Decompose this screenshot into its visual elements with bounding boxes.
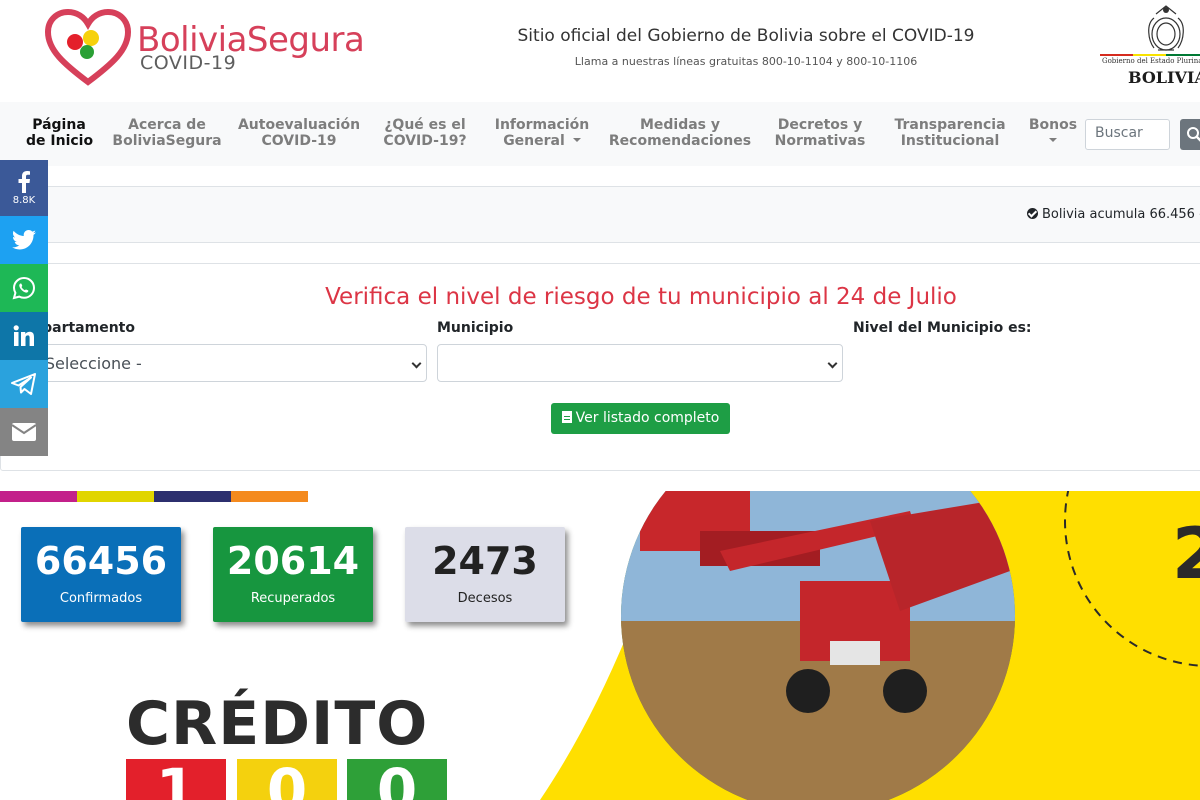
nav-what-is-covid[interactable]: ¿Qué es el COVID-19? xyxy=(378,117,472,149)
nav-label: Recomendaciones xyxy=(608,133,752,149)
deaths-label: Decesos xyxy=(457,591,513,606)
official-site-info: Sitio oficial del Gobierno de Bolivia so… xyxy=(460,26,1032,68)
nav-label: General xyxy=(503,133,565,149)
recovered-label: Recuperados xyxy=(250,591,336,606)
departamento-value: - Seleccione - xyxy=(34,354,142,373)
flag-stripe-yellow xyxy=(77,491,154,502)
social-share-bar: 8.8K xyxy=(0,160,48,456)
boliviasegura-logo[interactable]: BoliviaSegura COVID-19 xyxy=(44,8,389,88)
brand-subtitle: COVID-19 xyxy=(140,52,237,74)
municipio-select[interactable] xyxy=(437,344,843,382)
flag-stripe-magenta xyxy=(0,491,77,502)
nav-label: Decretos y xyxy=(777,117,863,133)
deaths-count: 2473 xyxy=(432,539,538,583)
government-subtitle: Gobierno del Estado Plurinacional de xyxy=(1102,57,1200,65)
chevron-down-icon xyxy=(411,358,422,369)
promo-banner[interactable]: 66456 Confirmados 20614 Recuperados 2473… xyxy=(0,491,1200,800)
government-logo[interactable]: Gobierno del Estado Plurinacional de BOL… xyxy=(1098,4,1200,90)
nav-label: COVID-19 xyxy=(261,133,337,149)
nav-label: de Inicio xyxy=(26,133,94,149)
nav-label: ¿Qué es el xyxy=(384,117,466,133)
chevron-down-icon xyxy=(827,358,838,369)
nav-transparency[interactable]: Transparencia Institucional xyxy=(890,117,1010,149)
heart-logo-icon xyxy=(44,8,132,86)
ticker-item: Bolivia acumula 66.456 c xyxy=(1027,207,1200,222)
email-icon xyxy=(12,423,36,441)
nav-decrees[interactable]: Decretos y Normativas xyxy=(770,117,870,149)
confirmed-stat: 66456 Confirmados xyxy=(21,527,181,622)
departamento-select[interactable]: - Seleccione - xyxy=(21,344,427,382)
flag-stripe xyxy=(1100,54,1200,56)
whatsapp-share-button[interactable] xyxy=(0,264,48,312)
official-title: Sitio oficial del Gobierno de Bolivia so… xyxy=(517,26,975,46)
caret-down-icon xyxy=(1049,138,1057,142)
recovered-stat: 20614 Recuperados xyxy=(213,527,373,622)
caret-down-icon xyxy=(572,138,581,142)
nav-general-info-dropdown[interactable]: Información General xyxy=(490,117,594,149)
search-input[interactable]: Buscar xyxy=(1085,119,1170,150)
linkedin-share-button[interactable] xyxy=(0,312,48,360)
credito-heading: CRÉDITO xyxy=(126,689,429,759)
check-circle-icon xyxy=(1027,208,1038,219)
twitter-share-button[interactable] xyxy=(0,216,48,264)
email-share-button[interactable] xyxy=(0,408,48,456)
nav-measures[interactable]: Medidas y Recomendaciones xyxy=(606,117,754,149)
municipio-label: Municipio xyxy=(437,320,514,336)
facebook-share-button[interactable]: 8.8K xyxy=(0,160,48,216)
confirmed-count: 66456 xyxy=(34,539,168,583)
facebook-icon xyxy=(18,170,30,193)
whatsapp-icon xyxy=(12,276,36,300)
nav-label: Medidas y xyxy=(639,117,721,133)
ticker-text: Bolivia acumula 66.456 c xyxy=(1042,207,1200,222)
telegram-share-button[interactable] xyxy=(0,360,48,408)
nav-label: Información xyxy=(494,117,590,133)
municipality-risk-card: Verifica el nivel de riesgo de tu munici… xyxy=(0,263,1200,471)
hotline-numbers: Llama a nuestras líneas gratuitas 800-10… xyxy=(574,55,918,68)
credito-digit: 0 xyxy=(376,756,418,800)
news-ticker: Bolivia acumula 66.456 c xyxy=(0,186,1200,243)
confirmed-label: Confirmados xyxy=(59,591,143,606)
facebook-share-count: 8.8K xyxy=(12,194,36,206)
nav-label: Página xyxy=(32,117,86,133)
deaths-stat: 2473 Decesos xyxy=(405,527,565,622)
search-button[interactable] xyxy=(1180,119,1200,150)
site-header: BoliviaSegura COVID-19 Sitio oficial del… xyxy=(0,0,1200,102)
nav-label: Acerca de xyxy=(128,117,206,133)
credito-digit: 1 xyxy=(155,756,197,800)
flag-stripe-navy xyxy=(154,491,231,502)
coat-of-arms-icon xyxy=(1148,5,1184,51)
main-navigation: Página de Inicio Acerca de BoliviaSegura… xyxy=(0,102,1200,166)
nav-label: Normativas xyxy=(774,133,866,149)
twitter-icon xyxy=(12,230,36,250)
risk-title: Verifica el nivel de riesgo de tu munici… xyxy=(325,284,957,310)
document-icon xyxy=(561,411,572,423)
list-button-label: Ver listado completo xyxy=(575,410,720,426)
nav-label: Autoevaluación xyxy=(237,117,361,133)
nav-label: BoliviaSegura xyxy=(112,133,222,149)
nav-label: COVID-19? xyxy=(383,133,467,149)
nav-label: Bonos xyxy=(1028,117,1078,133)
nav-about[interactable]: Acerca de BoliviaSegura xyxy=(108,117,226,149)
government-name: BOLIVIA xyxy=(1128,68,1200,87)
nav-self-assessment[interactable]: Autoevaluación COVID-19 xyxy=(236,117,362,149)
search-icon xyxy=(1187,127,1200,142)
nav-bonos-dropdown[interactable]: Bonos xyxy=(1026,117,1080,142)
banner-big-digit: 2 xyxy=(1172,513,1200,595)
view-full-list-button[interactable]: Ver listado completo xyxy=(551,403,730,434)
nivel-label: Nivel del Municipio es: xyxy=(853,320,1032,336)
telegram-icon xyxy=(11,373,36,395)
nav-label: Transparencia xyxy=(894,117,1006,133)
nav-label: Institucional xyxy=(900,133,1000,149)
recovered-count: 20614 xyxy=(226,539,360,583)
credito-digit: 0 xyxy=(266,756,308,800)
flag-stripe-orange xyxy=(231,491,308,502)
nav-home[interactable]: Página de Inicio xyxy=(26,117,94,149)
linkedin-icon xyxy=(13,325,34,346)
